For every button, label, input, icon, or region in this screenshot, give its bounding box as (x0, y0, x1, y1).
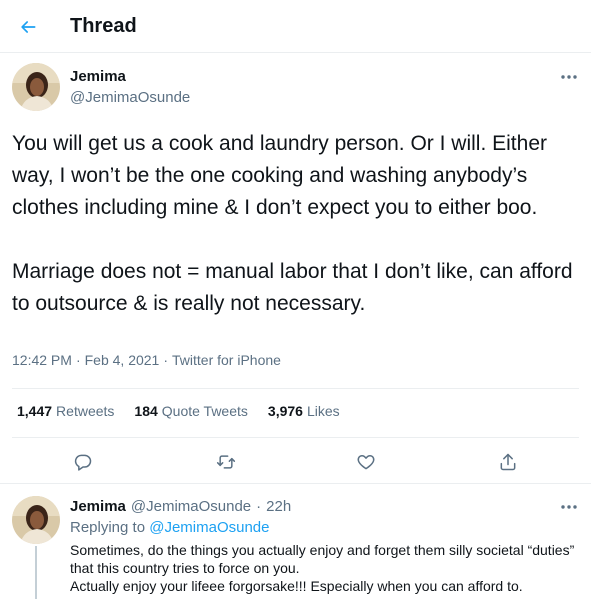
quotes-label: Quote Tweets (161, 403, 248, 419)
divider (12, 388, 579, 389)
author-handle[interactable]: @JemimaOsunde (70, 89, 190, 106)
retweet-button[interactable] (209, 445, 243, 479)
reply-age[interactable]: 22h (266, 498, 291, 515)
meta-separator: · (163, 352, 169, 368)
quotes-count: 184 (134, 403, 158, 419)
tweet-actions (0, 445, 591, 481)
arrow-left-icon (21, 21, 36, 33)
retweets-label: Retweets (56, 403, 115, 419)
reply-tweet[interactable]: Jemima @JemimaOsunde · 22h Replying to @… (0, 483, 591, 599)
thread-line (35, 546, 37, 599)
reply-avatar[interactable] (12, 496, 60, 544)
reply-author-name[interactable]: Jemima (70, 498, 126, 515)
reply-icon (74, 454, 92, 471)
more-icon (561, 505, 577, 509)
thread-header: Thread (0, 0, 591, 53)
replying-to: Replying to @JemimaOsunde (70, 519, 270, 536)
more-icon (561, 75, 577, 79)
reply-header: Jemima @JemimaOsunde · 22h (70, 498, 291, 515)
tweet-date[interactable]: Feb 4, 2021 (85, 352, 160, 368)
replying-mention[interactable]: @JemimaOsunde (149, 519, 269, 536)
tweet-source[interactable]: Twitter for iPhone (172, 352, 281, 368)
tweet-meta: 12:42 PM · Feb 4, 2021 · Twitter for iPh… (12, 352, 281, 368)
reply-author-handle[interactable]: @JemimaOsunde (131, 498, 251, 515)
quote-tweets-stat[interactable]: 184 Quote Tweets (134, 403, 248, 419)
avatar[interactable] (12, 63, 60, 111)
retweets-count: 1,447 (17, 403, 53, 419)
back-button[interactable] (10, 9, 46, 45)
like-button[interactable] (349, 445, 383, 479)
author-name[interactable]: Jemima (70, 68, 126, 85)
retweets-stat[interactable]: 1,447 Retweets (17, 403, 114, 419)
likes-stat[interactable]: 3,976 Likes (268, 403, 340, 419)
share-icon (500, 453, 516, 471)
share-button[interactable] (491, 445, 525, 479)
tweet-time[interactable]: 12:42 PM (12, 352, 72, 368)
reply-text-line: Actually enjoy your lifeee forgorsake!!!… (70, 578, 523, 594)
retweet-icon (216, 455, 236, 469)
likes-label: Likes (306, 403, 340, 419)
divider (12, 437, 579, 438)
reply-button[interactable] (66, 445, 100, 479)
tweet-stats: 1,447 Retweets 184 Quote Tweets 3,976 Likes (17, 403, 340, 419)
reply-separator: · (256, 498, 262, 515)
replying-label: Replying to (70, 519, 146, 536)
tweet-text: You will get us a cook and laundry perso… (12, 132, 573, 315)
meta-separator: · (75, 352, 81, 368)
like-icon (357, 455, 375, 470)
likes-count: 3,976 (267, 403, 303, 419)
reply-text: Sometimes, do the things you actually en… (70, 541, 575, 595)
reply-text-line: Sometimes, do the things you actually en… (70, 542, 575, 576)
more-options-button[interactable] (557, 69, 581, 85)
reply-more-options-button[interactable] (557, 499, 581, 515)
page-title: Thread (70, 15, 137, 37)
